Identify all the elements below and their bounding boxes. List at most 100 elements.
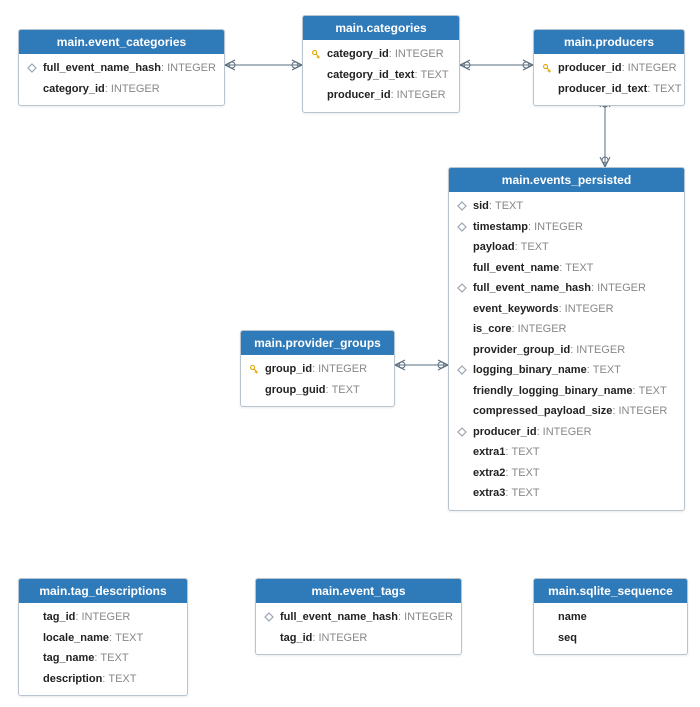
field-name: description	[43, 671, 102, 688]
blank-icon	[309, 68, 323, 82]
field-name: logging_binary_name	[473, 362, 587, 379]
field-name: seq	[558, 630, 577, 647]
field-name: extra1	[473, 444, 505, 461]
entity-title: main.categories	[303, 16, 459, 40]
field-row: group_guid: TEXT	[241, 380, 394, 401]
field-type: INTEGER	[318, 361, 367, 378]
field-type: TEXT	[565, 260, 593, 277]
blank-icon	[455, 302, 469, 316]
field-row: full_event_name_hash: INTEGER	[19, 58, 224, 79]
field-row: category_id_text: TEXT	[303, 65, 459, 86]
field-name: full_event_name_hash	[280, 609, 398, 626]
field-row: name	[534, 607, 687, 628]
blank-icon	[25, 631, 39, 645]
field-type: INTEGER	[518, 321, 567, 338]
diamond-icon	[455, 363, 469, 377]
field-name: category_id_text	[327, 67, 414, 84]
blank-icon	[25, 610, 39, 624]
entity-fields: category_id: INTEGERcategory_id_text: TE…	[303, 40, 459, 112]
field-row: full_event_name_hash: INTEGER	[256, 607, 461, 628]
field-row: producer_id: INTEGER	[303, 85, 459, 106]
field-name: tag_id	[280, 630, 312, 647]
diamond-icon	[25, 61, 39, 75]
field-type: TEXT	[639, 383, 667, 400]
field-row: timestamp: INTEGER	[449, 217, 684, 238]
blank-icon	[247, 383, 261, 397]
field-type: INTEGER	[167, 60, 216, 77]
entity-categories[interactable]: main.categories category_id: INTEGERcate…	[302, 15, 460, 113]
field-row: extra3: TEXT	[449, 483, 684, 504]
field-name: tag_name	[43, 650, 94, 667]
field-row: producer_id: INTEGER	[449, 422, 684, 443]
field-row: compressed_payload_size: INTEGER	[449, 401, 684, 422]
field-row: full_event_name: TEXT	[449, 258, 684, 279]
entity-title: main.producers	[534, 30, 684, 54]
field-type: INTEGER	[397, 87, 446, 104]
field-name: extra2	[473, 465, 505, 482]
field-name: producer_id	[558, 60, 622, 77]
field-row: provider_group_id: INTEGER	[449, 340, 684, 361]
entity-title: main.event_categories	[19, 30, 224, 54]
entity-sqlite-sequence[interactable]: main.sqlite_sequence nameseq	[533, 578, 688, 655]
field-row: tag_id: INTEGER	[256, 628, 461, 649]
field-name: provider_group_id	[473, 342, 570, 359]
field-name: extra3	[473, 485, 505, 502]
field-row: producer_id_text: TEXT	[534, 79, 684, 100]
field-name: producer_id	[327, 87, 391, 104]
diamond-icon	[455, 220, 469, 234]
field-name: group_id	[265, 361, 312, 378]
field-type: TEXT	[332, 382, 360, 399]
field-name: locale_name	[43, 630, 109, 647]
field-name: group_guid	[265, 382, 326, 399]
blank-icon	[455, 240, 469, 254]
entity-title: main.event_tags	[256, 579, 461, 603]
blank-icon	[455, 343, 469, 357]
blank-icon	[25, 82, 39, 96]
entity-producers[interactable]: main.producers producer_id: INTEGERprodu…	[533, 29, 685, 106]
blank-icon	[540, 610, 554, 624]
field-type: TEXT	[421, 67, 449, 84]
diamond-icon	[262, 610, 276, 624]
field-row: payload: TEXT	[449, 237, 684, 258]
blank-icon	[25, 672, 39, 686]
entity-tag-descriptions[interactable]: main.tag_descriptions tag_id: INTEGERloc…	[18, 578, 188, 696]
field-type: INTEGER	[628, 60, 677, 77]
blank-icon	[455, 466, 469, 480]
field-type: TEXT	[511, 485, 539, 502]
field-row: extra1: TEXT	[449, 442, 684, 463]
entity-title: main.tag_descriptions	[19, 579, 187, 603]
field-type: INTEGER	[618, 403, 667, 420]
field-name: payload	[473, 239, 515, 256]
blank-icon	[455, 445, 469, 459]
entity-fields: full_event_name_hash: INTEGER category_id…	[19, 54, 224, 105]
field-row: group_id: INTEGER	[241, 359, 394, 380]
field-name: category_id	[327, 46, 389, 63]
field-type: INTEGER	[111, 81, 160, 98]
field-name: event_keywords	[473, 301, 559, 318]
entity-provider-groups[interactable]: main.provider_groups group_id: INTEGERgr…	[240, 330, 395, 407]
field-row: description: TEXT	[19, 669, 187, 690]
field-name: producer_id	[473, 424, 537, 441]
field-row: extra2: TEXT	[449, 463, 684, 484]
field-row: tag_id: INTEGER	[19, 607, 187, 628]
field-row: is_core: INTEGER	[449, 319, 684, 340]
field-row: category_id: INTEGER	[303, 44, 459, 65]
field-row: seq	[534, 628, 687, 649]
field-type: TEXT	[108, 671, 136, 688]
field-type: INTEGER	[404, 609, 453, 626]
blank-icon	[25, 651, 39, 665]
field-type: TEXT	[495, 198, 523, 215]
field-name: category_id	[43, 81, 105, 98]
blank-icon	[455, 322, 469, 336]
entity-fields: sid: TEXTtimestamp: INTEGERpayload: TEXT…	[449, 192, 684, 510]
entity-fields: name seq	[534, 603, 687, 654]
key-icon	[540, 61, 554, 75]
field-name: full_event_name	[473, 260, 559, 277]
field-name: friendly_logging_binary_name	[473, 383, 633, 400]
entity-events-persisted[interactable]: main.events_persisted sid: TEXTtimestamp…	[448, 167, 685, 511]
key-icon	[247, 362, 261, 376]
entity-event-tags[interactable]: main.event_tags full_event_name_hash: IN…	[255, 578, 462, 655]
field-row: locale_name: TEXT	[19, 628, 187, 649]
field-type: TEXT	[521, 239, 549, 256]
entity-event-categories[interactable]: main.event_categories full_event_name_ha…	[18, 29, 225, 106]
